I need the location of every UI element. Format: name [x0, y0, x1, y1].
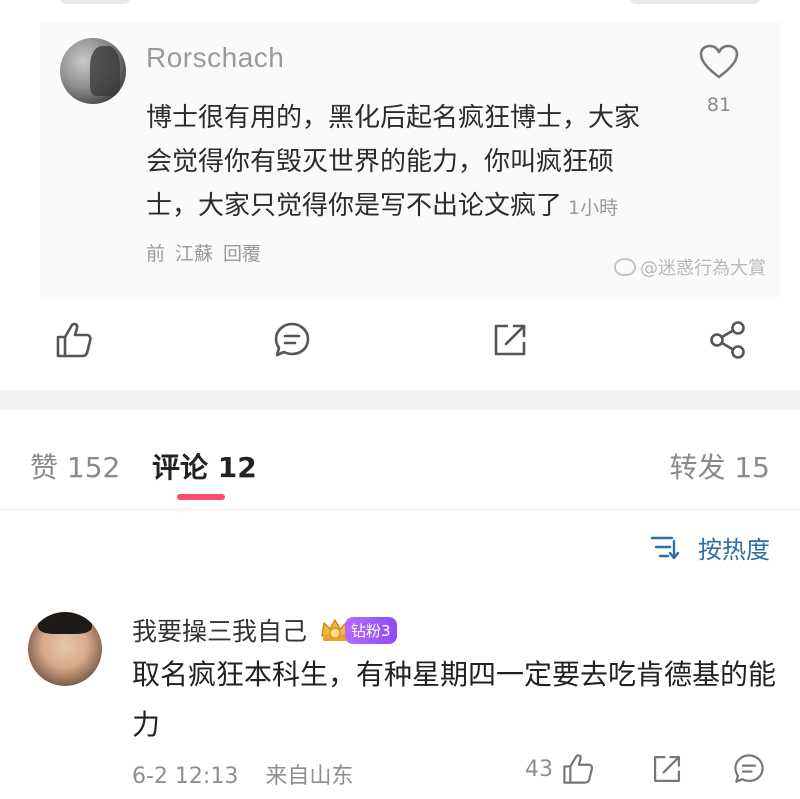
- comment-text: 取名疯狂本科生，有种星期四一定要去吃肯德基的能力: [132, 658, 777, 741]
- comment-like-button[interactable]: 43: [525, 752, 595, 786]
- comment-share-button[interactable]: [650, 752, 684, 786]
- comment-icon: [274, 322, 310, 357]
- thumbs-up-icon: [56, 322, 92, 358]
- share-nodes-icon: [710, 321, 745, 359]
- embedded-reply: 回覆: [223, 243, 262, 265]
- heart-icon: [699, 44, 739, 79]
- comment-reply-button[interactable]: [732, 752, 766, 786]
- tab-comments[interactable]: 评论 12: [152, 446, 257, 486]
- comment-item: 我要操三我自己 钻粉3 取名疯狂本科生，有种星期四一定要去吃肯德基的能力 6-2…: [0, 590, 800, 799]
- share-external-icon: [494, 324, 526, 356]
- cut-off-header: [0, 0, 800, 6]
- comment-source: 来自山东: [265, 764, 354, 789]
- embedded-like: 81: [694, 44, 744, 116]
- embedded-like-count: 81: [706, 94, 732, 116]
- comment-button[interactable]: [272, 320, 312, 360]
- comment-icon: [734, 754, 764, 783]
- comment-meta: 6-2 12:13 来自山东: [132, 758, 373, 790]
- comment-time: 6-2 12:13: [132, 764, 239, 789]
- badge-label: 钻粉3: [345, 616, 397, 644]
- thumbs-up-icon: [563, 754, 594, 784]
- watermark-text: @迷惑行為大賞: [640, 258, 766, 279]
- sort-label: 按热度: [698, 536, 770, 564]
- active-tab-indicator: [177, 494, 225, 500]
- like-button[interactable]: [54, 320, 94, 360]
- sort-button[interactable]: 按热度: [650, 530, 770, 565]
- fan-badge[interactable]: 钻粉3: [319, 616, 397, 644]
- tab-bar: 赞 152 评论 12 转发 15: [0, 410, 800, 510]
- embedded-comment-body: 博士很有用的，黑化后起名疯狂博士，大家会觉得你有毁灭世界的能力，你叫疯狂硕士，大…: [146, 96, 646, 276]
- share-external-button[interactable]: [490, 320, 530, 360]
- watermark: @迷惑行為大賞: [614, 254, 766, 280]
- embedded-avatar: [60, 38, 126, 104]
- comment-username-row: 我要操三我自己 钻粉3: [132, 612, 397, 648]
- sort-icon: [650, 536, 680, 559]
- forward-button[interactable]: [708, 320, 748, 360]
- weibo-logo-icon: [614, 258, 636, 276]
- comment-username[interactable]: 我要操三我自己: [132, 612, 307, 648]
- comment-like-count: 43: [525, 756, 553, 782]
- tab-reposts[interactable]: 转发 15: [669, 446, 770, 486]
- cut-off-text-right: [630, 0, 760, 4]
- embedded-comment-text: 博士很有用的，黑化后起名疯狂博士，大家会觉得你有毁灭世界的能力，你叫疯狂硕士，大…: [146, 103, 641, 221]
- embedded-comment-screenshot: Rorschach 博士很有用的，黑化后起名疯狂博士，大家会觉得你有毁灭世界的能…: [40, 22, 780, 297]
- avatar[interactable]: [28, 612, 102, 686]
- cut-off-text-left: [60, 0, 130, 4]
- share-external-icon: [653, 755, 681, 783]
- embedded-username: Rorschach: [146, 42, 285, 73]
- tab-likes[interactable]: 赞 152: [30, 446, 120, 486]
- section-divider: [0, 390, 800, 410]
- post-action-bar: [0, 300, 800, 390]
- embedded-location: 江蘇: [175, 243, 214, 265]
